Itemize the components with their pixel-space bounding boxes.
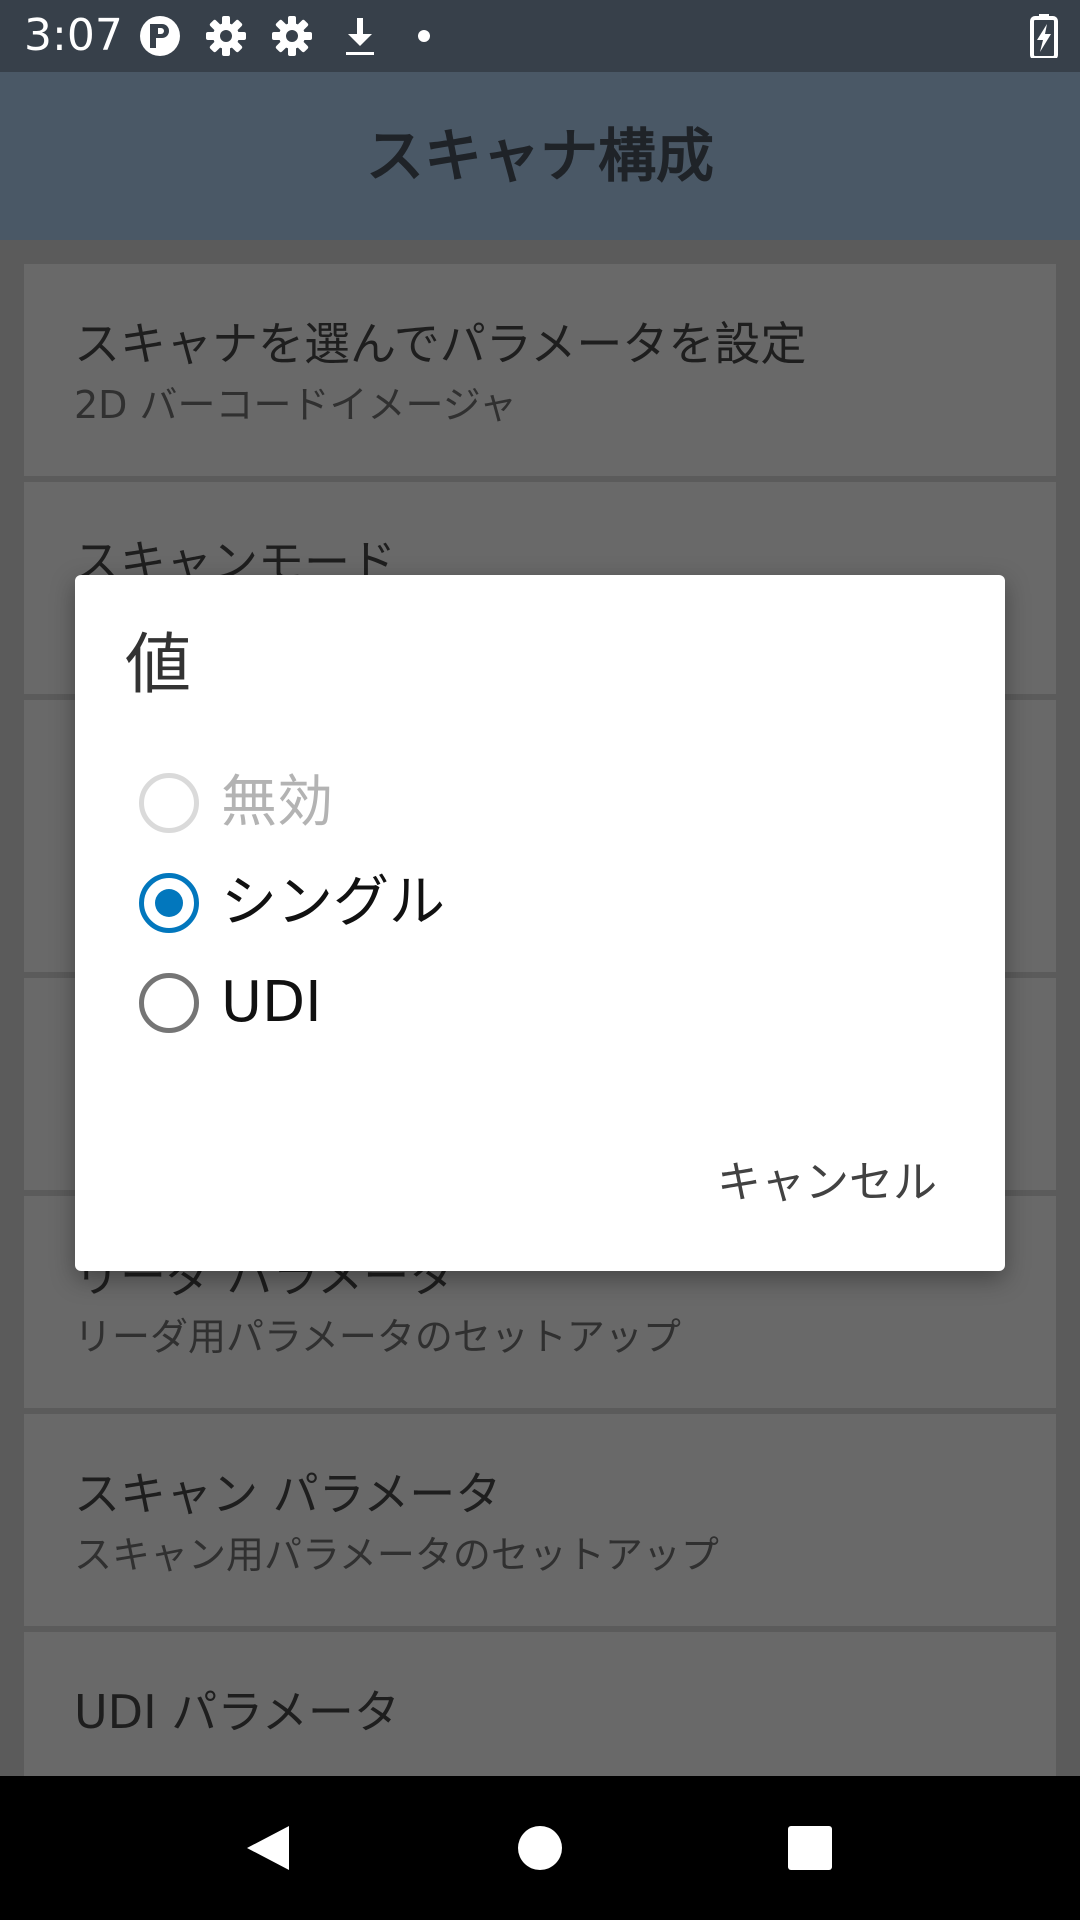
list-item-udi-params[interactable]: UDI パラメータ bbox=[24, 1632, 1056, 1776]
radio-button[interactable] bbox=[139, 973, 199, 1033]
cancel-button[interactable]: キャンセル bbox=[713, 1155, 941, 1211]
home-icon[interactable] bbox=[490, 1798, 590, 1898]
dialog-title: 値 bbox=[125, 626, 191, 703]
value-dialog: 値 無効 シングル UDI キャンセル bbox=[75, 575, 1005, 1271]
radio-option-udi[interactable]: UDI bbox=[139, 953, 939, 1053]
item-subtitle: リーダ用パラメータのセットアップ bbox=[74, 1315, 681, 1359]
radio-label: 無効 bbox=[221, 770, 333, 835]
status-time: 3:07 bbox=[24, 10, 123, 61]
radio-button[interactable] bbox=[139, 873, 199, 933]
gear-icon bbox=[204, 14, 248, 58]
back-icon[interactable] bbox=[217, 1798, 317, 1898]
app-bar: スキャナ構成 bbox=[0, 72, 1080, 240]
item-title: スキャナを選んでパラメータを設定 bbox=[74, 317, 807, 371]
download-icon bbox=[338, 14, 382, 58]
list-item-scan-params[interactable]: スキャン パラメータ スキャン用パラメータのセットアップ bbox=[24, 1414, 1056, 1626]
item-subtitle: 2D バーコードイメージャ bbox=[74, 383, 517, 427]
gear-icon bbox=[270, 14, 314, 58]
app-logo-icon bbox=[138, 14, 182, 58]
recents-icon[interactable] bbox=[760, 1798, 860, 1898]
radio-button[interactable] bbox=[139, 773, 199, 833]
dot-icon bbox=[402, 14, 446, 58]
radio-label: UDI bbox=[221, 970, 322, 1035]
battery-charging-icon bbox=[1022, 14, 1066, 60]
item-title: スキャン パラメータ bbox=[74, 1467, 502, 1521]
navigation-bar bbox=[0, 1776, 1080, 1920]
list-item-scanner-select[interactable]: スキャナを選んでパラメータを設定 2D バーコードイメージャ bbox=[24, 264, 1056, 476]
page-title: スキャナ構成 bbox=[365, 122, 714, 190]
radio-selected-dot bbox=[155, 889, 183, 917]
item-title: UDI パラメータ bbox=[74, 1685, 400, 1739]
radio-option-disabled[interactable]: 無効 bbox=[139, 753, 939, 853]
radio-option-single[interactable]: シングル bbox=[139, 853, 939, 953]
item-subtitle: スキャン用パラメータのセットアップ bbox=[74, 1533, 719, 1577]
radio-label: シングル bbox=[221, 870, 445, 935]
status-bar: 3:07 bbox=[0, 0, 1080, 72]
